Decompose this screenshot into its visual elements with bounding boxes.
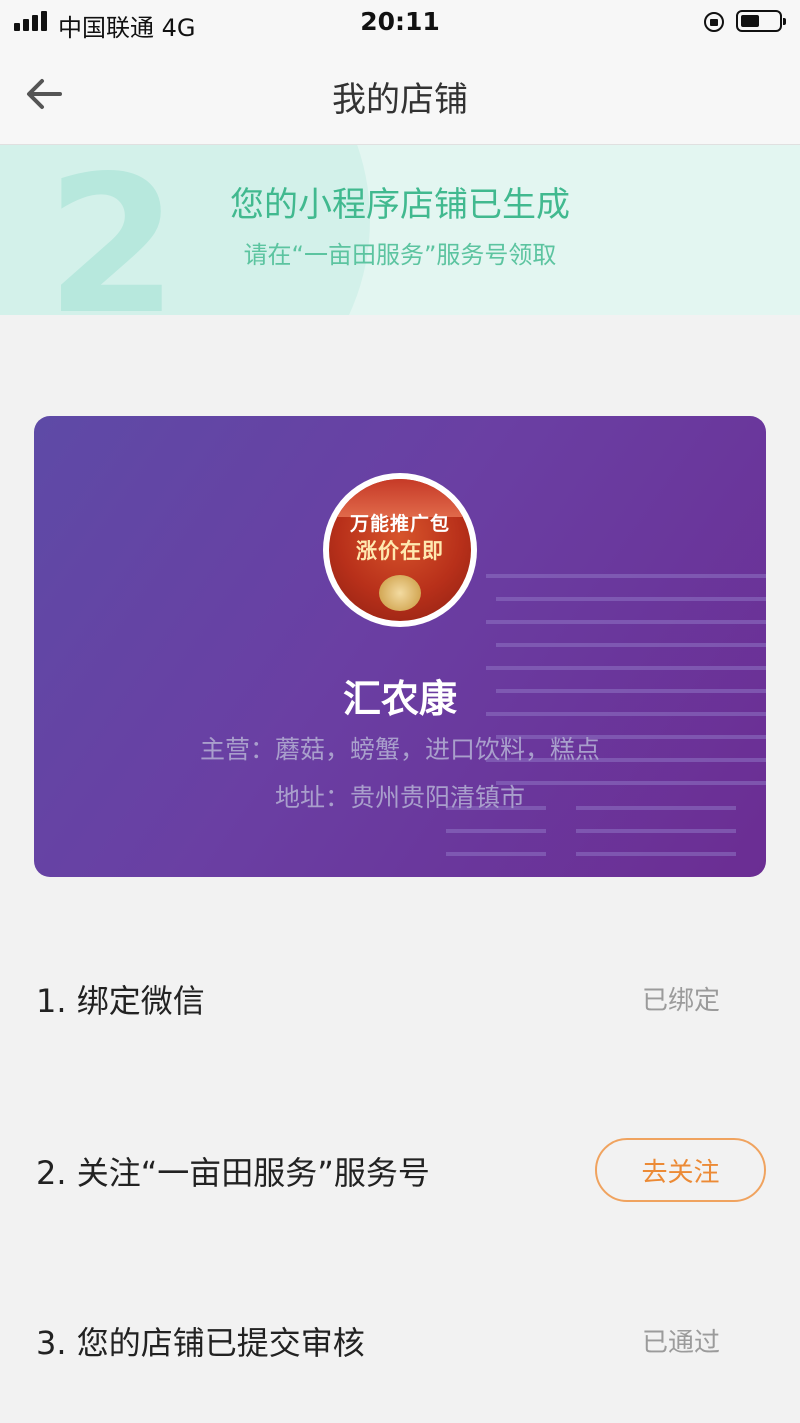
shop-card: 万能推广包 涨价在即 汇农康 主营：蘑菇，螃蟹，进口饮料，糕点 地址：贵州贵阳清… bbox=[34, 416, 766, 877]
battery-icon bbox=[736, 10, 786, 32]
step-shop-review: 3. 您的店铺已提交审核 已通过 bbox=[0, 1310, 800, 1370]
follow-button[interactable]: 去关注 bbox=[595, 1138, 766, 1202]
step-label: 2. 关注“一亩田服务”服务号 bbox=[36, 1154, 430, 1192]
shop-avatar: 万能推广包 涨价在即 bbox=[323, 473, 477, 627]
step-bind-wechat: 1. 绑定微信 已绑定 bbox=[0, 968, 800, 1028]
nav-bar: 我的店铺 bbox=[0, 44, 800, 145]
clock: 20:11 bbox=[360, 7, 440, 36]
page-title: 我的店铺 bbox=[332, 80, 468, 120]
step-number: 2 bbox=[46, 145, 179, 316]
shop-main-business: 主营：蘑菇，螃蟹，进口饮料，糕点 bbox=[199, 735, 600, 764]
shop-address: 地址：贵州贵阳清镇市 bbox=[274, 783, 525, 812]
rotation-lock-icon bbox=[704, 12, 724, 32]
step-follow-account: 2. 关注“一亩田服务”服务号 去关注 bbox=[0, 1138, 800, 1202]
step-label: 3. 您的店铺已提交审核 bbox=[36, 1324, 365, 1362]
step-label: 1. 绑定微信 bbox=[36, 982, 205, 1020]
avatar-text-line1: 万能推广包 bbox=[349, 513, 450, 535]
shop-name: 汇农康 bbox=[342, 677, 457, 721]
step-status: 已绑定 bbox=[641, 986, 720, 1016]
avatar-badge-icon bbox=[379, 575, 421, 611]
status-bar: 中国联通 4G 20:11 bbox=[0, 0, 800, 44]
banner-subtitle: 请在“一亩田服务”服务号领取 bbox=[243, 241, 557, 269]
avatar-image: 万能推广包 涨价在即 bbox=[329, 479, 471, 621]
step-status: 已通过 bbox=[641, 1328, 720, 1358]
progress-banner: 2 您的小程序店铺已生成 请在“一亩田服务”服务号领取 bbox=[0, 145, 800, 315]
banner-title: 您的小程序店铺已生成 bbox=[230, 185, 570, 225]
avatar-text-line2: 涨价在即 bbox=[356, 539, 444, 563]
